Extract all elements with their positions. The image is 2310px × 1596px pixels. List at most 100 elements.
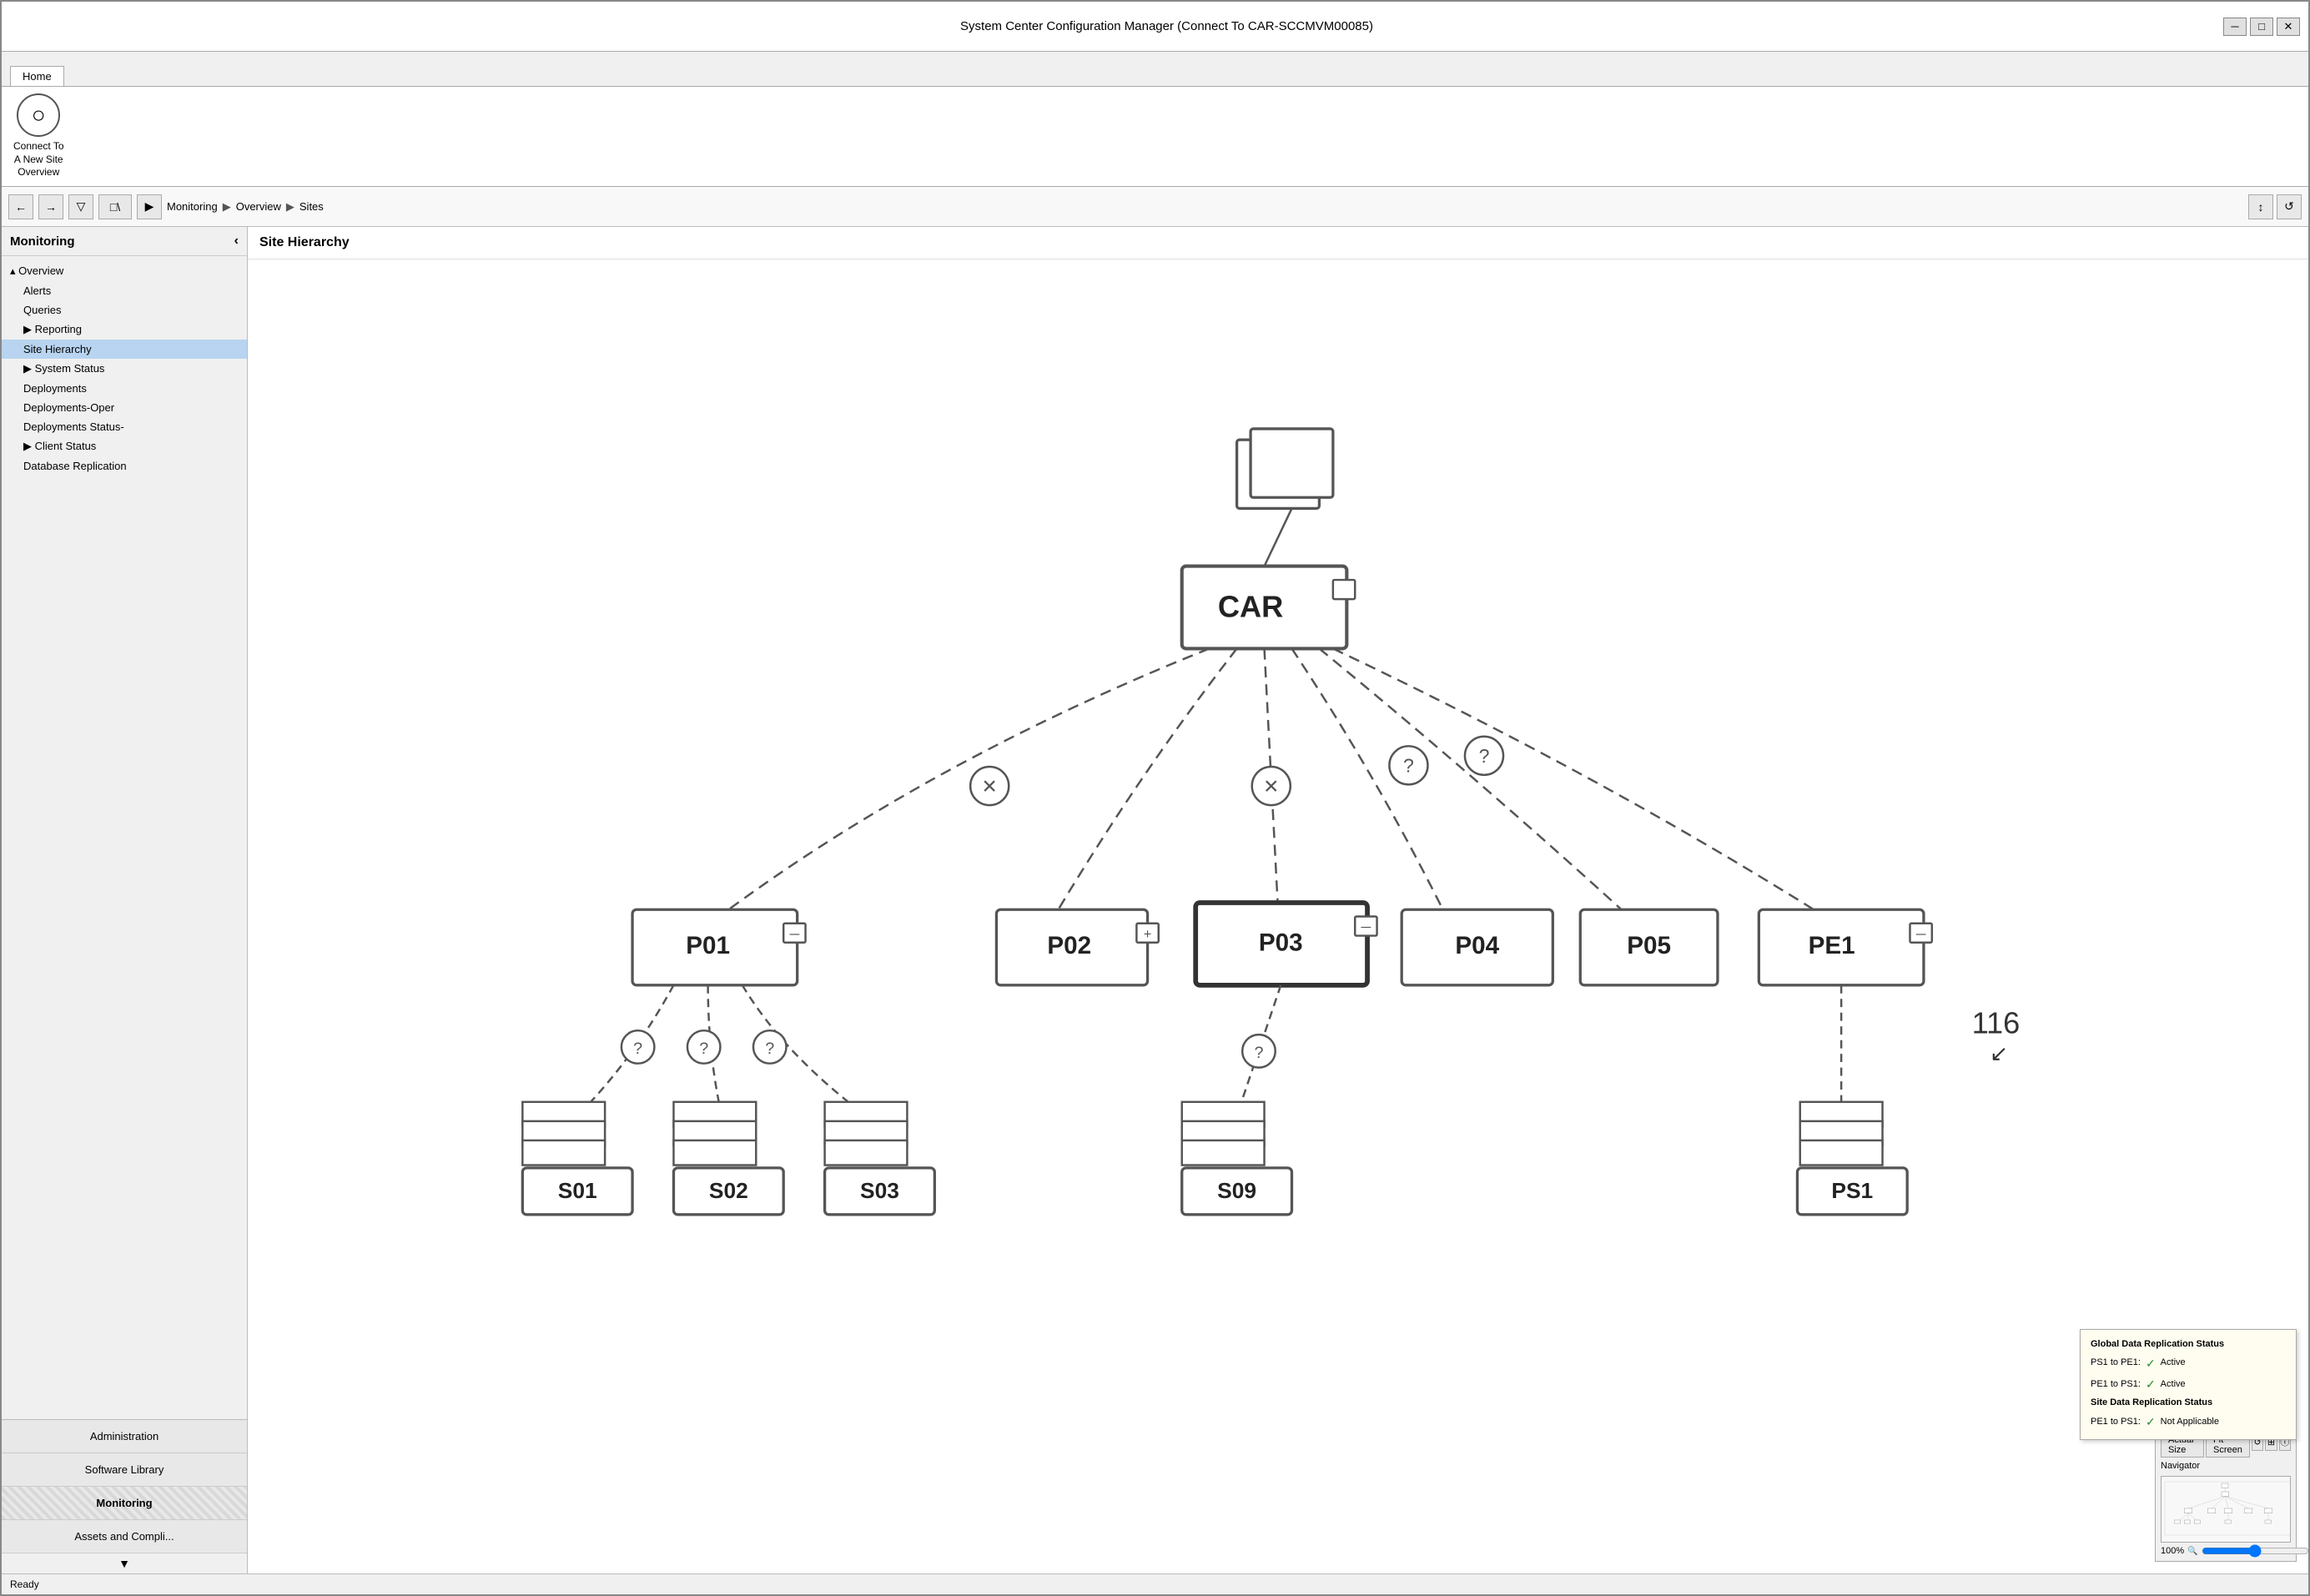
breadcrumb-overview[interactable]: Overview: [236, 200, 281, 213]
svg-text:?: ?: [1403, 755, 1414, 777]
status-text: Ready: [10, 1578, 39, 1590]
svg-text:─: ─: [1915, 927, 1926, 942]
nav-right-controls: ↕ ↺: [2248, 194, 2302, 219]
title-bar: System Center Configuration Manager (Con…: [2, 2, 2308, 52]
check-icon-0: ✓: [2146, 1353, 2156, 1374]
sidebar-tree: ▴ Overview Alerts Queries ▶ Reporting Si…: [2, 256, 247, 1419]
sidebar-scroll-down[interactable]: ▼: [2, 1553, 247, 1573]
nav-btn-software-library[interactable]: Software Library: [2, 1453, 247, 1487]
svg-text:CAR: CAR: [1218, 590, 1283, 624]
svg-text:?: ?: [765, 1040, 774, 1058]
svg-text:─: ─: [789, 927, 800, 942]
navigator-title: Navigator: [2161, 1461, 2291, 1471]
replication-label-0: PS1 to PE1:: [2091, 1355, 2141, 1372]
svg-text:116: 116: [1972, 1005, 2021, 1040]
svg-text:P01: P01: [686, 932, 730, 959]
nav-expand-button[interactable]: ▶: [137, 194, 162, 219]
back-button[interactable]: ←: [8, 194, 33, 219]
svg-text:PE1: PE1: [1809, 932, 1855, 959]
nav-bar: ← → ▽ □\ ▶ Monitoring ▶ Overview ▶ Sites…: [2, 187, 2308, 227]
sidebar-item-client-status[interactable]: ▶ Client Status: [2, 436, 247, 456]
svg-text:P05: P05: [1627, 932, 1671, 959]
bottom-controls: Actual Size Fit Screen ↺ ⊞ ⓘ Navigator: [2155, 1427, 2297, 1562]
svg-text:P02: P02: [1047, 932, 1091, 959]
tab-bar: Home: [2, 52, 2308, 87]
svg-text:S01: S01: [558, 1178, 597, 1203]
svg-text:S09: S09: [1217, 1178, 1256, 1203]
svg-text:✕: ✕: [982, 775, 998, 797]
breadcrumb-arrow-1: ▶: [223, 200, 231, 214]
forward-button[interactable]: →: [38, 194, 63, 219]
nav-btn-administration[interactable]: Administration: [2, 1420, 247, 1453]
svg-text:S02: S02: [709, 1178, 748, 1203]
ribbon-line3: Overview: [13, 166, 64, 179]
check-icon-1: ✓: [2146, 1374, 2156, 1395]
dropdown-button[interactable]: ▽: [68, 194, 93, 219]
navigator-svg: [2162, 1477, 2291, 1540]
svg-text:+: +: [1144, 927, 1152, 942]
svg-text:?: ?: [633, 1040, 642, 1058]
view-button[interactable]: □\: [98, 194, 132, 219]
replication-status-1: Active: [2161, 1377, 2186, 1393]
replication-row-0: PS1 to PE1: ✓ Active: [2091, 1353, 2286, 1374]
main-panel: Site Hierarchy CAR: [248, 227, 2308, 1573]
zoom-slider[interactable]: [2202, 1546, 2308, 1556]
svg-text:↙: ↙: [1990, 1040, 2008, 1065]
sidebar-item-system-status[interactable]: ▶ System Status: [2, 359, 247, 379]
sidebar-item-queries[interactable]: Queries: [2, 300, 247, 320]
breadcrumb-sites[interactable]: Sites: [299, 200, 324, 213]
check-icon-site-0: ✓: [2146, 1412, 2156, 1432]
sidebar-item-deployments-oper[interactable]: Deployments-Oper: [2, 398, 247, 417]
site-replication-status-0: Not Applicable: [2161, 1414, 2219, 1431]
sidebar-item-site-hierarchy[interactable]: Site Hierarchy: [2, 340, 247, 359]
svg-text:?: ?: [1254, 1044, 1263, 1062]
sidebar-item-deployments[interactable]: Deployments: [2, 379, 247, 398]
sidebar-header: Monitoring ‹: [2, 227, 247, 256]
replication-row-1: PE1 to PS1: ✓ Active: [2091, 1374, 2286, 1395]
sidebar-collapse-button[interactable]: ‹: [234, 234, 239, 249]
nav-btn-assets[interactable]: Assets and Compli...: [2, 1520, 247, 1553]
svg-text:PS1: PS1: [1831, 1178, 1873, 1203]
replication-popup: Global Data Replication Status PS1 to PE…: [2080, 1329, 2297, 1440]
breadcrumb-monitoring[interactable]: Monitoring: [167, 200, 218, 213]
close-button[interactable]: ✕: [2277, 18, 2300, 36]
navigator-box[interactable]: [2161, 1476, 2291, 1543]
zoom-value: 100%: [2161, 1546, 2184, 1556]
ribbon-label: Connect To A New Site Overview: [13, 140, 64, 179]
sidebar: Monitoring ‹ ▴ Overview Alerts Queries ▶…: [2, 227, 248, 1573]
connect-icon[interactable]: ○: [17, 93, 60, 137]
minimize-button[interactable]: ─: [2223, 18, 2247, 36]
main-window: System Center Configuration Manager (Con…: [0, 0, 2310, 1596]
svg-text:?: ?: [699, 1040, 708, 1058]
nav-btn-monitoring[interactable]: Monitoring: [2, 1487, 247, 1520]
window-controls: ─ □ ✕: [2223, 18, 2300, 36]
sidebar-item-deployments-status[interactable]: Deployments Status-: [2, 417, 247, 436]
window-title: System Center Configuration Manager (Con…: [110, 19, 2223, 33]
diagram-area[interactable]: CAR: [248, 259, 2308, 1573]
refresh-button[interactable]: ↺: [2277, 194, 2302, 219]
replication-status-0: Active: [2161, 1355, 2186, 1372]
panel-title: Site Hierarchy: [248, 227, 2308, 259]
ribbon: ○ Connect To A New Site Overview: [2, 87, 2308, 187]
sidebar-item-overview[interactable]: ▴ Overview: [2, 261, 247, 281]
ribbon-line1: Connect To: [13, 140, 64, 154]
svg-text:─: ─: [1361, 920, 1371, 935]
hierarchy-svg: CAR: [248, 259, 2308, 1573]
sidebar-title: Monitoring: [10, 234, 74, 249]
zoom-minus-icon: 🔍: [2187, 1547, 2197, 1556]
svg-text:?: ?: [1479, 745, 1490, 767]
site-replication-label-0: PE1 to PS1:: [2091, 1414, 2141, 1431]
maximize-button[interactable]: □: [2250, 18, 2273, 36]
sidebar-nav-buttons: Administration Software Library Monitori…: [2, 1419, 247, 1573]
sidebar-item-alerts[interactable]: Alerts: [2, 281, 247, 300]
sidebar-item-database-replication[interactable]: Database Replication: [2, 456, 247, 476]
content-area: Monitoring ‹ ▴ Overview Alerts Queries ▶…: [2, 227, 2308, 1573]
breadcrumb-arrow-2: ▶: [286, 200, 294, 214]
svg-text:✕: ✕: [1263, 775, 1279, 797]
site-replication-row-0: PE1 to PS1: ✓ Not Applicable: [2091, 1412, 2286, 1432]
sidebar-item-reporting[interactable]: ▶ Reporting: [2, 320, 247, 340]
tab-home[interactable]: Home: [10, 66, 64, 86]
sort-button[interactable]: ↕: [2248, 194, 2273, 219]
ribbon-line2: A New Site: [13, 154, 64, 167]
svg-text:P04: P04: [1455, 932, 1499, 959]
